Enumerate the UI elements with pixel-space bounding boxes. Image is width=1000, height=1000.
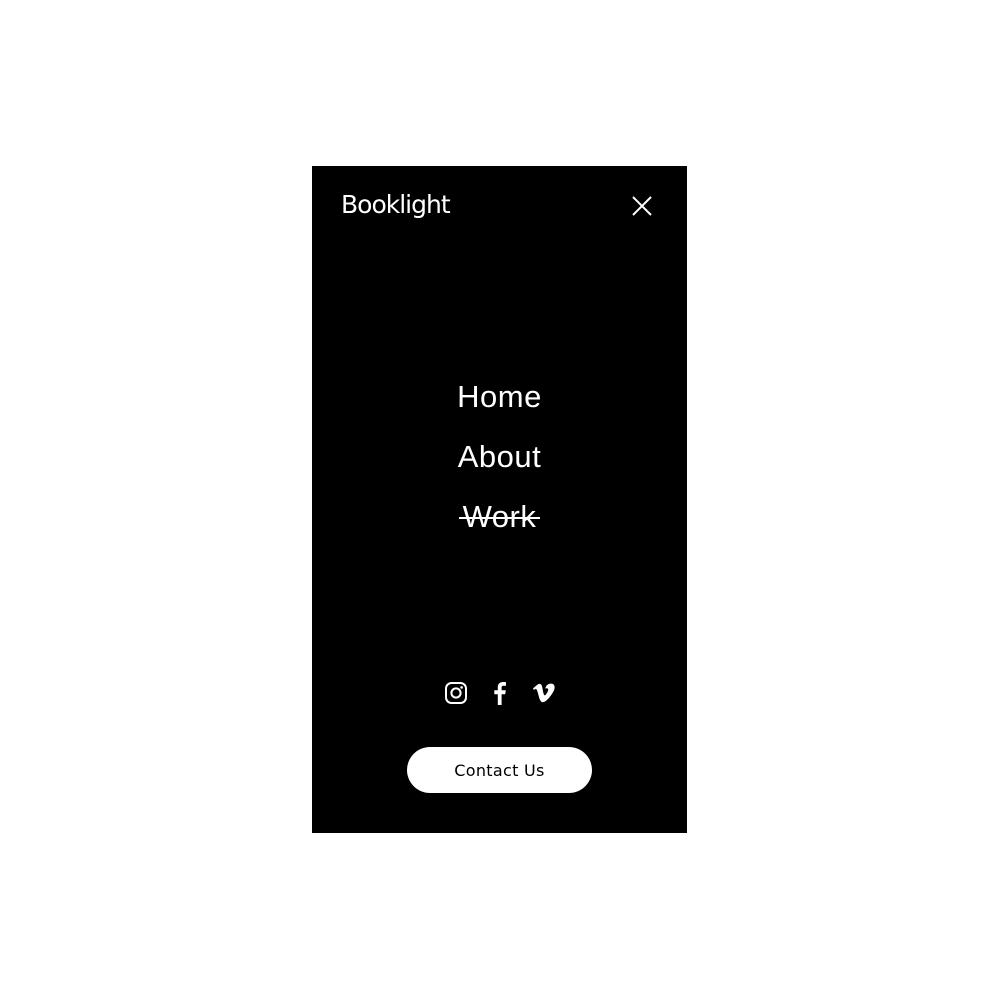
brand-logo[interactable]: Booklight	[341, 188, 451, 222]
vimeo-icon	[532, 683, 555, 703]
nav-item-work[interactable]: Work	[312, 487, 687, 547]
nav-item-home[interactable]: Home	[312, 367, 687, 427]
mobile-menu-overlay: Booklight Home About Work Contact Us	[312, 166, 687, 833]
nav-item-label: Home	[457, 379, 542, 414]
contact-us-button[interactable]: Contact Us	[407, 747, 592, 793]
close-menu-button[interactable]	[628, 192, 656, 220]
nav-item-label: Work	[458, 487, 541, 547]
main-navigation: Home About Work	[312, 367, 687, 547]
instagram-link[interactable]	[444, 678, 468, 708]
close-icon	[632, 196, 652, 216]
facebook-icon	[493, 682, 506, 705]
nav-item-label: About	[457, 439, 542, 474]
vimeo-link[interactable]	[532, 678, 556, 708]
facebook-link[interactable]	[488, 678, 512, 708]
social-links	[312, 678, 687, 708]
nav-item-about[interactable]: About	[312, 427, 687, 487]
instagram-icon	[444, 682, 467, 704]
